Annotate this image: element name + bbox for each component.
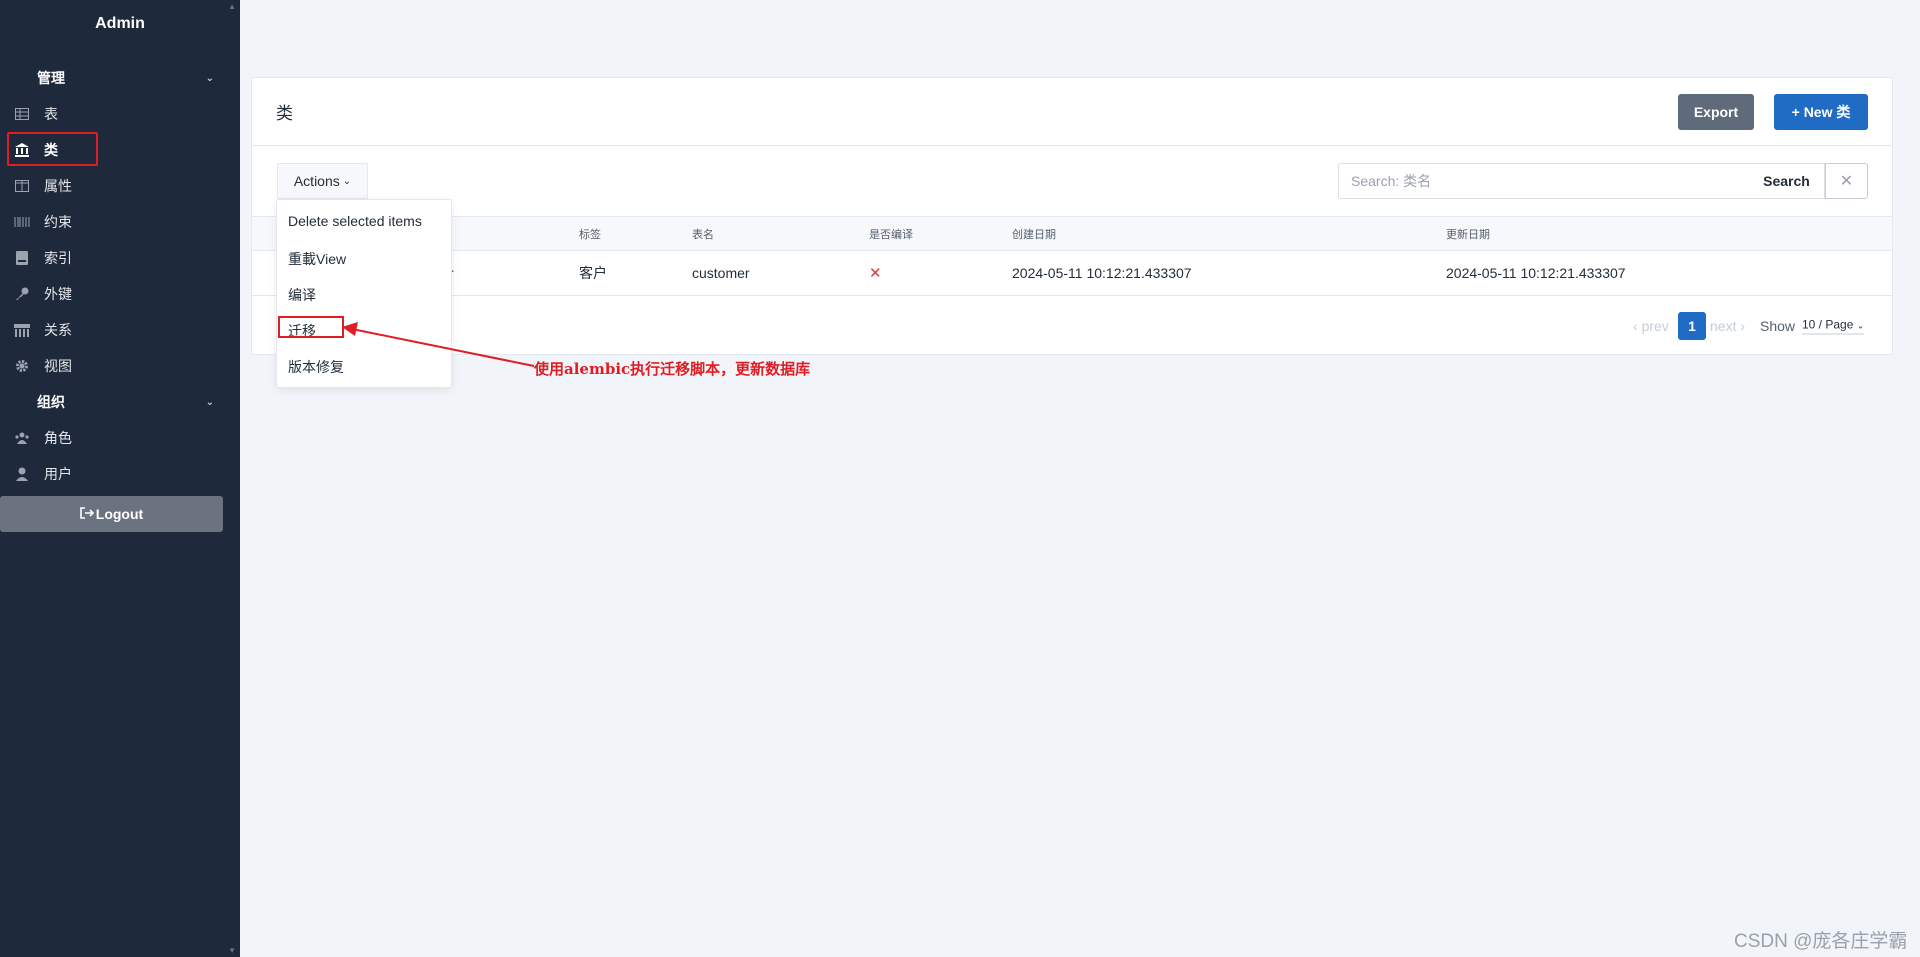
sidebar-item-relations[interactable]: 关系 xyxy=(0,312,240,348)
sidebar-item-label: 角色 xyxy=(44,430,72,446)
prev-label: prev xyxy=(1641,318,1669,334)
page-number-current[interactable]: 1 xyxy=(1678,312,1706,340)
actions-dropdown-button[interactable]: Actions ⌄ xyxy=(277,163,368,199)
section-label: 管理 xyxy=(37,70,65,86)
chevron-down-icon: ⌄ xyxy=(205,396,214,408)
search-input[interactable] xyxy=(1338,163,1750,199)
section-management[interactable]: 管理 ⌄ xyxy=(0,60,240,96)
store-icon xyxy=(14,322,30,338)
search-button[interactable]: Search xyxy=(1749,163,1825,199)
sidebar-item-label: 视图 xyxy=(44,358,72,374)
sidebar-item-constraints[interactable]: 约束 xyxy=(0,204,240,240)
chevron-down-icon: ⌄ xyxy=(205,72,214,84)
sidebar-item-label: 属性 xyxy=(44,178,72,194)
users-icon xyxy=(14,430,30,446)
sidebar-item-label: 索引 xyxy=(44,250,72,266)
sidebar-item-label: 表 xyxy=(44,106,58,122)
next-label: next xyxy=(1710,318,1737,334)
actions-dropdown-menu: Delete selected items 重載View 编译 迁移 版本修复 xyxy=(276,199,452,388)
annotation-highlight-migrate xyxy=(278,316,344,338)
show-label: Show xyxy=(1760,318,1796,334)
cell-label: 客户 xyxy=(579,265,607,281)
logout-icon xyxy=(79,506,94,522)
section-organization[interactable]: 组织 ⌄ xyxy=(0,384,240,420)
annotation-text: 使用alembic执行迁移脚本，更新数据库 xyxy=(534,360,811,378)
logout-label: Logout xyxy=(95,506,144,522)
pagination: ‹ prev 1 next › Show 10 / Page ⌄ xyxy=(252,312,1892,340)
card-header: 类 Export + New 类 xyxy=(252,78,1892,146)
book-icon xyxy=(14,250,30,266)
column-header-created[interactable]: 创建日期 xyxy=(1012,226,1056,242)
user-icon xyxy=(14,466,30,482)
logout-button[interactable]: Logout xyxy=(0,496,223,532)
sidebar-item-label: 用户 xyxy=(44,466,72,482)
sidebar-item-views[interactable]: 视图 xyxy=(0,348,240,384)
cell-updated: 2024-05-11 10:12:21.433307 xyxy=(1446,265,1626,281)
sidebar: ▲ Admin 管理 ⌄ 表 类 属性 约束 索引 外键 关系 视图 组织 ⌄ … xyxy=(0,0,240,957)
gear-icon xyxy=(14,358,30,374)
sidebar-item-attributes[interactable]: 属性 xyxy=(0,168,240,204)
menu-item-delete-selected[interactable]: Delete selected items xyxy=(288,213,422,229)
scroll-up-icon[interactable]: ▲ xyxy=(228,2,236,11)
menu-item-reload-view[interactable]: 重載View xyxy=(288,249,346,269)
actions-label: Actions xyxy=(293,173,340,189)
section-label: 组织 xyxy=(37,394,65,410)
sidebar-item-users[interactable]: 用户 xyxy=(0,456,240,492)
menu-item-compile[interactable]: 编译 xyxy=(288,285,316,305)
main-card: 类 Export + New 类 Actions ⌄ Search ✕ 标签 表… xyxy=(251,77,1893,355)
watermark: CSDN @庞各庄学霸 xyxy=(1734,931,1908,952)
sidebar-item-label: 约束 xyxy=(44,214,72,230)
cell-compiled-no-icon: ✕ xyxy=(869,265,882,282)
per-page-value: 10 / Page xyxy=(1802,317,1854,332)
cell-created: 2024-05-11 10:12:21.433307 xyxy=(1012,265,1192,281)
barcode-icon xyxy=(14,214,30,230)
cell-table-name: customer xyxy=(692,265,750,281)
chevron-down-icon: ⌄ xyxy=(342,175,352,187)
clear-search-button[interactable]: ✕ xyxy=(1825,163,1868,199)
new-item-button[interactable]: + New 类 xyxy=(1774,94,1868,130)
export-button[interactable]: Export xyxy=(1678,94,1754,130)
sidebar-item-label: 外键 xyxy=(44,286,72,302)
scroll-down-icon[interactable]: ▼ xyxy=(228,946,236,955)
next-page-button[interactable]: next › xyxy=(1710,318,1745,334)
sidebar-item-indexes[interactable]: 索引 xyxy=(0,240,240,276)
page-title: 类 xyxy=(276,104,293,123)
table-row[interactable]: r 客户 customer ✕ 2024-05-11 10:12:21.4333… xyxy=(252,251,1892,296)
column-header-compiled[interactable]: 是否编译 xyxy=(869,226,913,242)
column-header-label[interactable]: 标签 xyxy=(579,226,601,242)
brand-title[interactable]: Admin xyxy=(0,0,240,48)
table-header: 标签 表名 是否编译 创建日期 更新日期 xyxy=(252,216,1892,251)
key-icon xyxy=(14,286,30,302)
chevron-down-icon: ⌄ xyxy=(1856,320,1865,331)
columns-icon xyxy=(14,178,30,194)
column-header-updated[interactable]: 更新日期 xyxy=(1446,226,1490,242)
sidebar-item-tables[interactable]: 表 xyxy=(0,96,240,132)
table-icon xyxy=(14,106,30,122)
sidebar-item-roles[interactable]: 角色 xyxy=(0,420,240,456)
prev-page-button[interactable]: ‹ prev xyxy=(1633,318,1669,334)
column-header-table-name[interactable]: 表名 xyxy=(692,226,714,242)
menu-item-version-repair[interactable]: 版本修复 xyxy=(288,357,344,377)
per-page-select[interactable]: 10 / Page ⌄ xyxy=(1802,317,1865,335)
annotation-highlight-sidebar xyxy=(7,132,98,166)
sidebar-item-label: 关系 xyxy=(44,322,72,338)
sidebar-item-foreign-keys[interactable]: 外键 xyxy=(0,276,240,312)
toolbar: Actions ⌄ Search ✕ xyxy=(252,146,1892,216)
